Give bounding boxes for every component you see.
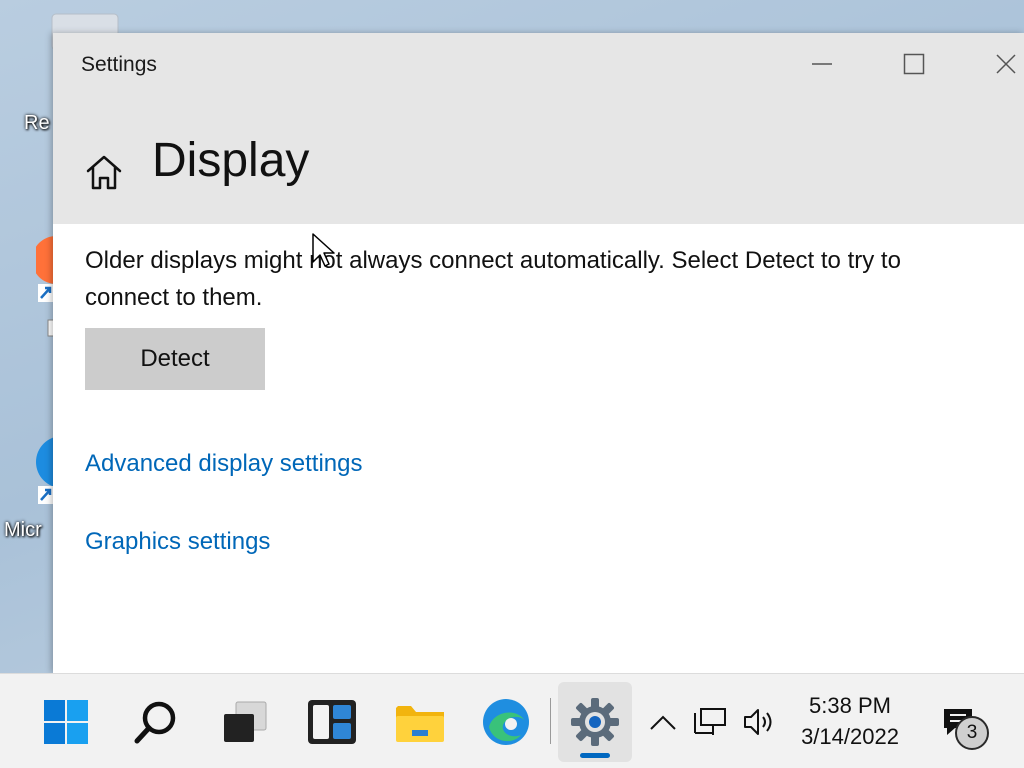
title-bar[interactable]: Settings bbox=[53, 33, 1024, 97]
close-button[interactable] bbox=[983, 47, 1024, 81]
volume-button[interactable] bbox=[740, 674, 780, 768]
edge-icon bbox=[483, 698, 529, 745]
close-icon bbox=[996, 54, 1016, 74]
folder-icon bbox=[396, 705, 444, 742]
widgets-button[interactable] bbox=[300, 674, 364, 768]
display-content: Older displays might not always connect … bbox=[53, 224, 1024, 673]
minimize-button[interactable] bbox=[799, 47, 845, 81]
taskbar: 5:38 PM 3/14/2022 bbox=[0, 673, 1024, 768]
page-title: Display bbox=[152, 134, 310, 187]
widgets-icon bbox=[308, 699, 356, 744]
search-icon bbox=[134, 701, 176, 743]
maximize-icon bbox=[903, 53, 925, 75]
taskbar-separator bbox=[550, 698, 551, 744]
advanced-display-settings-link[interactable]: Advanced display settings bbox=[85, 450, 363, 478]
detect-button[interactable]: Detect bbox=[85, 328, 265, 390]
page-header: Display bbox=[53, 97, 1024, 224]
network-button[interactable] bbox=[690, 674, 730, 768]
notification-count-badge: 3 bbox=[955, 716, 989, 750]
graphics-settings-link[interactable]: Graphics settings bbox=[85, 528, 270, 556]
search-button[interactable] bbox=[126, 674, 186, 768]
detect-description: Older displays might not always connect … bbox=[85, 247, 901, 311]
desktop-icon-label-recycle: Re bbox=[24, 112, 50, 134]
maximize-button[interactable] bbox=[891, 47, 937, 81]
show-hidden-icons-button[interactable] bbox=[646, 674, 680, 768]
clock-time: 5:38 PM bbox=[809, 693, 891, 718]
active-app-indicator bbox=[580, 753, 610, 758]
mouse-cursor-icon bbox=[312, 233, 336, 273]
settings-gear-icon bbox=[571, 698, 619, 746]
start-button[interactable] bbox=[38, 674, 94, 768]
task-view-icon bbox=[224, 701, 267, 742]
edge-browser-button[interactable] bbox=[476, 674, 536, 768]
clock[interactable]: 5:38 PM 3/14/2022 bbox=[790, 690, 910, 752]
settings-app-button[interactable] bbox=[558, 682, 632, 762]
clock-date: 3/14/2022 bbox=[801, 724, 899, 749]
task-view-button[interactable] bbox=[212, 674, 276, 768]
minimize-icon bbox=[812, 63, 832, 65]
window-title: Settings bbox=[81, 53, 157, 76]
settings-window: Settings Display Older displays might no… bbox=[53, 33, 1024, 673]
windows-logo-icon bbox=[44, 699, 88, 744]
home-icon[interactable] bbox=[84, 152, 124, 196]
network-icon bbox=[694, 707, 726, 735]
file-explorer-button[interactable] bbox=[390, 674, 450, 768]
desktop-icon-label-edge: Micr bbox=[4, 519, 42, 541]
chevron-up-icon bbox=[650, 715, 676, 730]
speaker-icon bbox=[744, 708, 772, 735]
